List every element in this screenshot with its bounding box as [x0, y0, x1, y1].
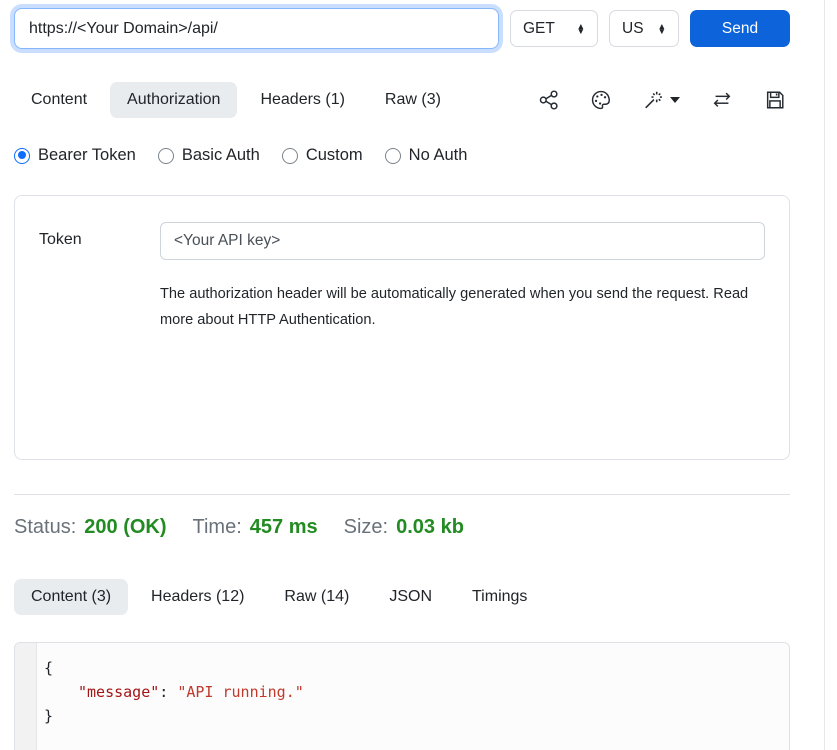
toolbar-icons — [538, 89, 790, 111]
url-input[interactable] — [14, 8, 499, 49]
layout-column-divider — [824, 0, 825, 750]
status-label: Status: — [14, 516, 76, 539]
bearer-token-panel: Token The authorization header will be a… — [14, 195, 790, 460]
radio-label: No Auth — [409, 146, 468, 165]
time-label: Time: — [193, 516, 242, 539]
json-separator: : — [159, 683, 177, 701]
request-bar: GET ▲▼ US ▲▼ Send — [14, 8, 790, 49]
reqbin-api-client: GET ▲▼ US ▲▼ Send Content Authorization … — [0, 0, 837, 750]
tab-content[interactable]: Content — [14, 82, 104, 118]
updown-arrows-icon: ▲▼ — [577, 24, 585, 33]
tab-raw[interactable]: Raw (3) — [368, 82, 458, 118]
radio-custom[interactable]: Custom — [282, 146, 363, 165]
auth-type-options: Bearer Token Basic Auth Custom No Auth — [14, 146, 790, 165]
code-gutter — [15, 643, 37, 750]
response-status-row: Status: 200 (OK) Time: 457 ms Size: 0.03… — [14, 516, 790, 539]
method-select[interactable]: GET ▲▼ — [510, 10, 598, 47]
save-floppy-icon[interactable] — [764, 89, 786, 111]
size-value: 0.03 kb — [396, 516, 464, 539]
section-divider — [14, 494, 790, 495]
updown-arrows-icon: ▲▼ — [658, 24, 666, 33]
radio-unselected-icon — [158, 148, 174, 164]
magic-wand-menu-icon[interactable] — [642, 89, 680, 111]
color-palette-icon[interactable] — [590, 89, 612, 111]
region-value: US — [622, 20, 644, 38]
share-nodes-icon[interactable] — [538, 89, 560, 111]
radio-unselected-icon — [385, 148, 401, 164]
json-close-brace: } — [44, 707, 53, 725]
json-string-value: "API running." — [177, 683, 303, 701]
response-tab-row: Content (3) Headers (12) Raw (14) JSON T… — [14, 579, 790, 615]
json-key: "message" — [78, 683, 159, 701]
chevron-down-icon — [670, 97, 680, 103]
tab-response-content[interactable]: Content (3) — [14, 579, 128, 615]
response-body-viewer: { "message": "API running." } — [14, 642, 790, 750]
response-json-code[interactable]: { "message": "API running." } — [37, 643, 789, 750]
size-label: Size: — [344, 516, 388, 539]
time-value: 457 ms — [250, 516, 318, 539]
radio-unselected-icon — [282, 148, 298, 164]
request-tabs: Content Authorization Headers (1) Raw (3… — [14, 82, 464, 118]
radio-basic-auth[interactable]: Basic Auth — [158, 146, 260, 165]
radio-bearer-token[interactable]: Bearer Token — [14, 146, 136, 165]
tab-headers[interactable]: Headers (1) — [243, 82, 361, 118]
token-input[interactable] — [160, 222, 765, 260]
method-value: GET — [523, 20, 555, 38]
tab-response-json[interactable]: JSON — [372, 579, 449, 615]
tab-response-headers[interactable]: Headers (12) — [134, 579, 261, 615]
radio-selected-icon — [14, 148, 30, 164]
radio-label: Basic Auth — [182, 146, 260, 165]
tab-response-timings[interactable]: Timings — [455, 579, 544, 615]
region-select[interactable]: US ▲▼ — [609, 10, 679, 47]
tab-authorization[interactable]: Authorization — [110, 82, 237, 118]
radio-label: Custom — [306, 146, 363, 165]
send-button[interactable]: Send — [690, 10, 790, 47]
status-value: 200 (OK) — [84, 516, 166, 539]
radio-label: Bearer Token — [38, 146, 136, 165]
json-open-brace: { — [44, 659, 53, 677]
radio-no-auth[interactable]: No Auth — [385, 146, 468, 165]
token-label: Token — [39, 222, 160, 433]
request-tab-row: Content Authorization Headers (1) Raw (3… — [14, 82, 790, 118]
swap-arrows-icon[interactable] — [710, 89, 734, 111]
token-help-text: The authorization header will be automat… — [160, 282, 765, 333]
tab-response-raw[interactable]: Raw (14) — [267, 579, 366, 615]
